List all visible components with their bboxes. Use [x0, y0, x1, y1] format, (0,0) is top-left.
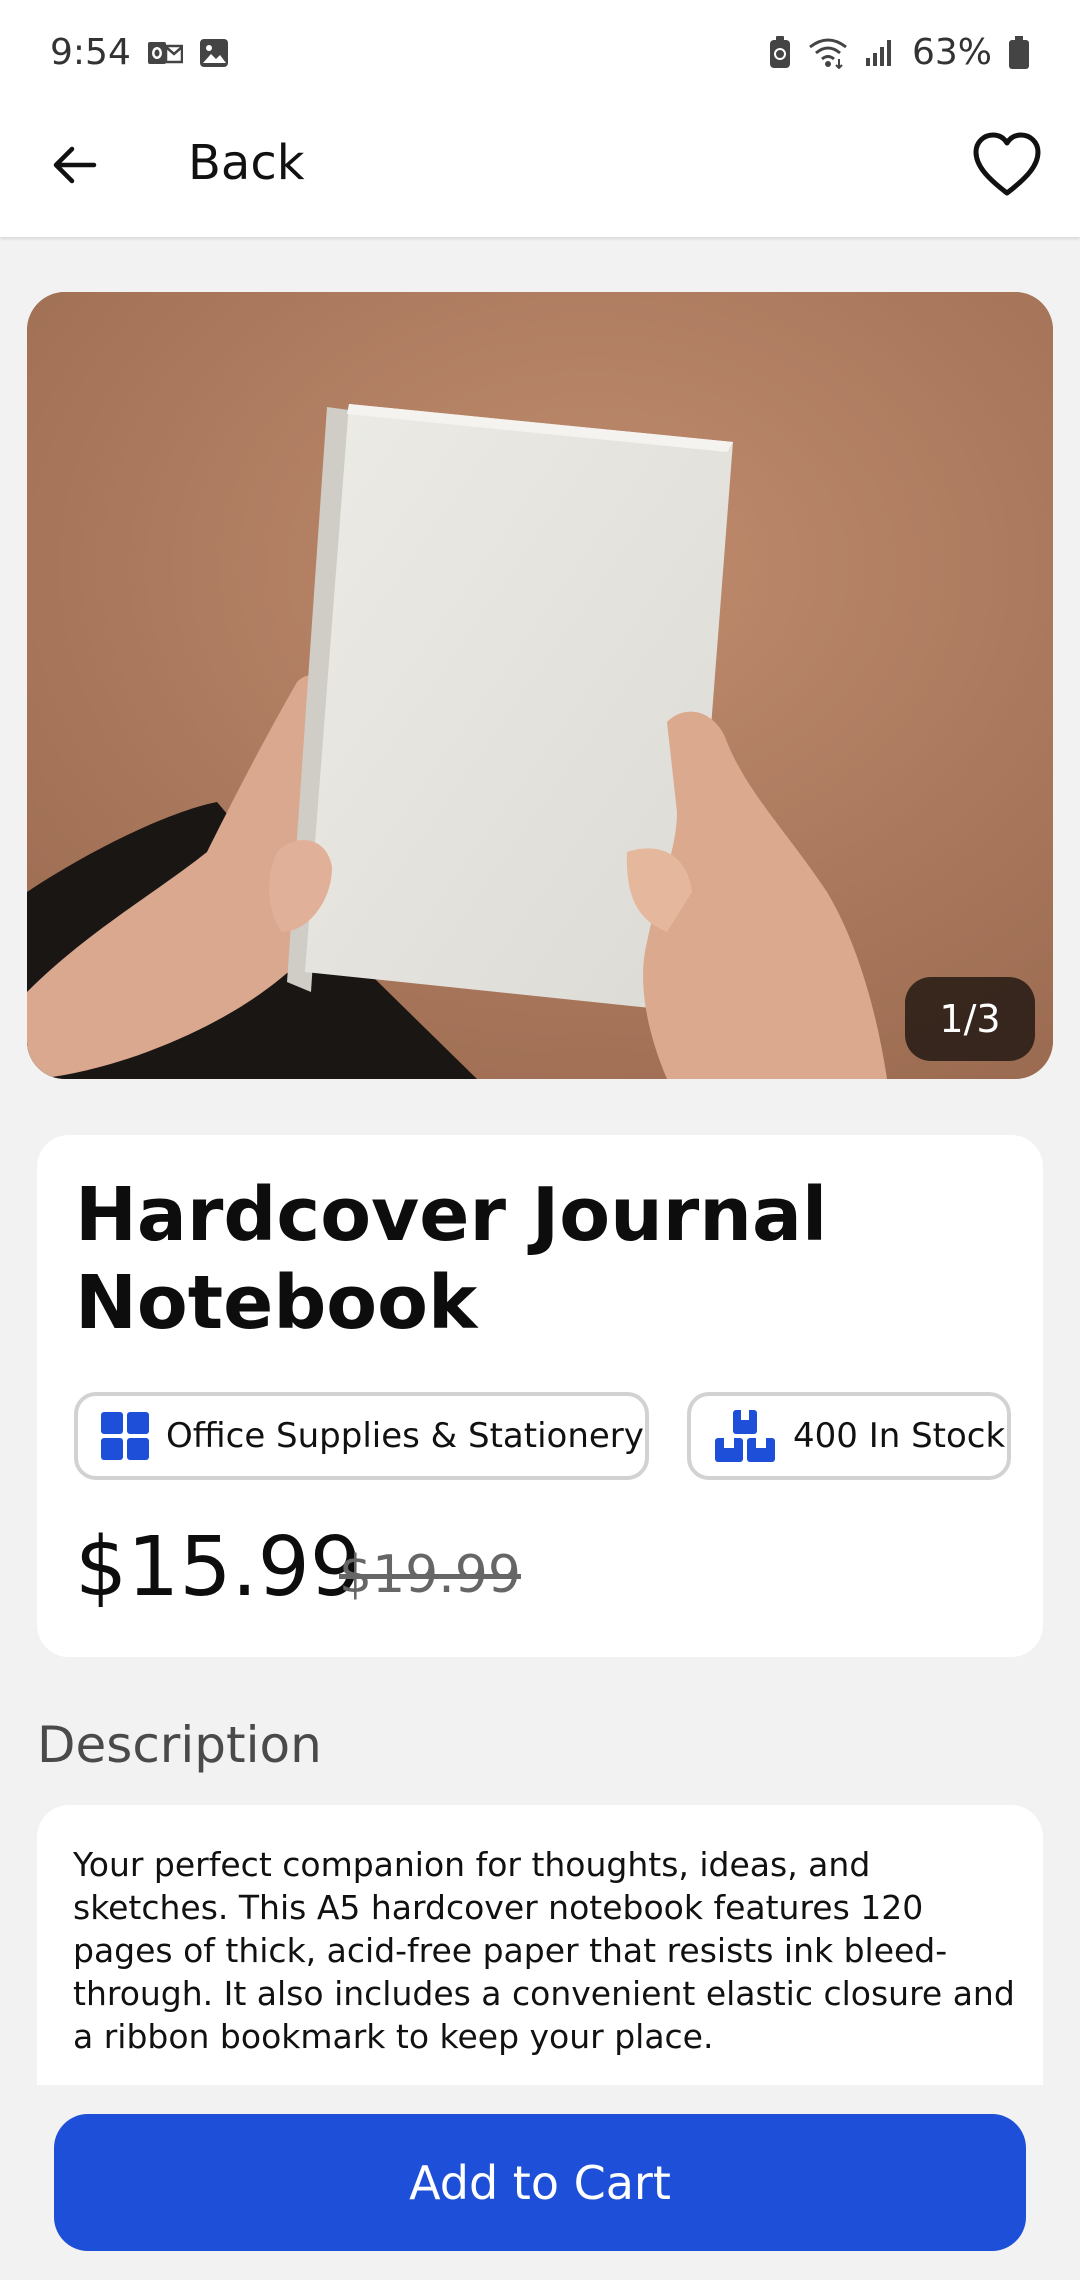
- add-to-cart-button[interactable]: Add to Cart: [54, 2114, 1026, 2251]
- stock-label: 400 In Stock: [793, 1416, 1006, 1456]
- status-right: 63%: [768, 32, 1030, 73]
- outlook-icon: [147, 38, 183, 68]
- battery-percent: 63%: [911, 32, 992, 73]
- status-left: 9:54: [50, 32, 229, 73]
- signal-icon: [864, 38, 896, 68]
- status-bar: 9:54 63%: [0, 0, 1080, 105]
- image-counter: 1/3: [905, 977, 1035, 1061]
- product-info-card: Hardcover Journal Notebook Office Suppli…: [37, 1135, 1043, 1657]
- battery-saver-icon: [768, 35, 792, 70]
- description-card: Your perfect companion for thoughts, ide…: [37, 1805, 1043, 2085]
- category-chip[interactable]: Office Supplies & Stationery: [74, 1392, 649, 1480]
- category-label: Office Supplies & Stationery: [166, 1416, 644, 1456]
- heart-icon[interactable]: [972, 131, 1042, 201]
- image-icon: [199, 38, 229, 68]
- app-bar: Back: [0, 105, 1080, 237]
- product-title: Hardcover Journal Notebook: [75, 1172, 828, 1346]
- current-price: $15.99: [75, 1520, 362, 1615]
- back-arrow-icon[interactable]: [48, 139, 100, 191]
- status-time: 9:54: [50, 32, 131, 73]
- description-heading: Description: [37, 1716, 322, 1774]
- stock-chip: 400 In Stock: [687, 1392, 1011, 1480]
- product-photo: [27, 292, 1053, 1079]
- wifi-icon: [808, 37, 848, 69]
- battery-icon: [1008, 35, 1030, 70]
- description-text: Your perfect companion for thoughts, ide…: [73, 1845, 1015, 2056]
- back-button[interactable]: Back: [188, 135, 305, 191]
- product-image-gallery[interactable]: 1/3: [27, 292, 1053, 1079]
- boxes-icon: [715, 1410, 775, 1462]
- grid-icon: [101, 1412, 149, 1460]
- original-price: $19.99: [339, 1545, 521, 1605]
